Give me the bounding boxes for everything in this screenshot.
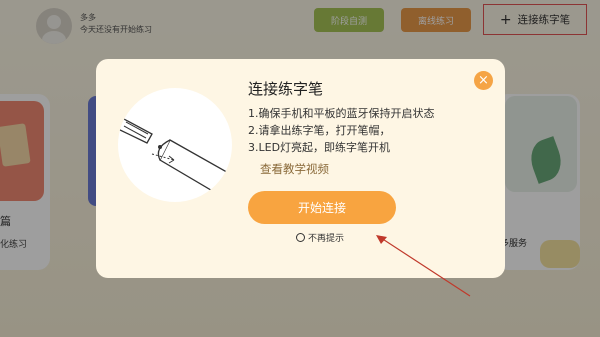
dont-remind-radio[interactable] bbox=[296, 233, 305, 242]
tutorial-video-link[interactable]: 查看教学视频 bbox=[260, 161, 329, 177]
pen-illustration bbox=[118, 88, 232, 202]
start-connect-button[interactable]: 开始连接 bbox=[248, 191, 396, 224]
pen-cap-illustration bbox=[118, 117, 232, 202]
dont-remind-label: 不再提示 bbox=[308, 234, 345, 244]
pen-body-icon bbox=[157, 139, 232, 202]
instruction-step-2: 2.请拿出练字笔，打开笔帽， bbox=[248, 124, 391, 137]
instruction-step-3: 3.LED灯亮起，即练字笔开机 bbox=[248, 141, 391, 154]
dialog-title: 连接练字笔 bbox=[248, 80, 324, 98]
pen-cap-icon bbox=[118, 117, 153, 144]
instruction-step-1: 1.确保手机和平板的蓝牙保持开启状态 bbox=[248, 107, 435, 120]
close-icon[interactable]: × bbox=[474, 71, 493, 90]
dont-remind-option[interactable]: 不再提示 bbox=[296, 231, 344, 244]
